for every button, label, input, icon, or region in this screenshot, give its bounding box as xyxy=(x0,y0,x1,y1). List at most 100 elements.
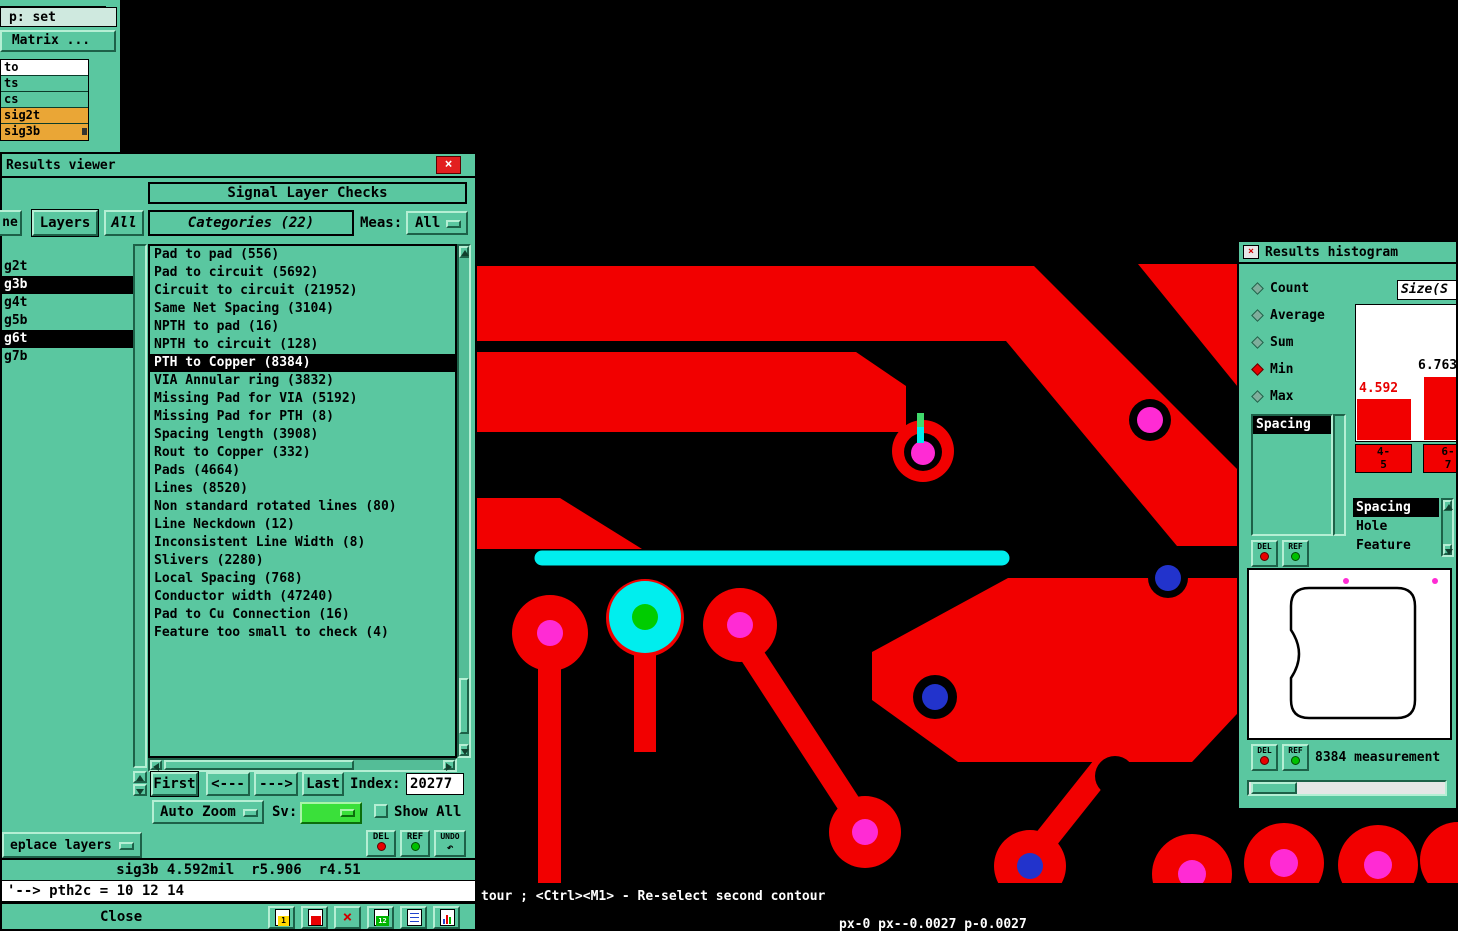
option-menu-indicator xyxy=(340,809,355,817)
layer-scroll-down-arrow-icon[interactable] xyxy=(133,784,147,796)
window-menu-icon[interactable]: × xyxy=(1243,245,1259,259)
del-button[interactable]: DEL xyxy=(366,830,396,857)
meas-dropdown[interactable]: All xyxy=(406,211,468,235)
category-item[interactable]: Circuit to circuit (21952) xyxy=(150,282,455,300)
stat-option-max[interactable]: Max xyxy=(1251,388,1353,408)
prev-button[interactable]: <--- xyxy=(206,772,250,796)
category-item[interactable]: Missing Pad for VIA (5192) xyxy=(150,390,455,408)
auto-zoom-dropdown[interactable]: Auto Zoom xyxy=(152,800,264,824)
category-item[interactable]: Inconsistent Line Width (8) xyxy=(150,534,455,552)
first-button[interactable]: First xyxy=(151,772,198,796)
scroll-down-arrow-icon[interactable] xyxy=(459,744,469,756)
category-item[interactable]: Slivers (2280) xyxy=(150,552,455,570)
category-item[interactable]: Same Net Spacing (3104) xyxy=(150,300,455,318)
last-button[interactable]: Last xyxy=(302,772,344,796)
layer-item-selected[interactable]: g3b xyxy=(2,276,133,294)
category-item[interactable]: Feature too small to check (4) xyxy=(150,624,455,642)
chart-bar xyxy=(446,915,448,924)
category-scrollbar-v[interactable] xyxy=(457,244,471,758)
histogram-scrollbar-h[interactable] xyxy=(1247,780,1447,796)
category-scrollbar-h[interactable] xyxy=(148,758,457,772)
mini-list-item[interactable]: to xyxy=(1,60,88,76)
measure-category[interactable]: Hole xyxy=(1353,517,1439,536)
category-item[interactable]: Line Neckdown (12) xyxy=(150,516,455,534)
measure-category-scrollbar[interactable] xyxy=(1441,498,1454,557)
page-12-icon[interactable]: 12 xyxy=(367,906,394,929)
scrollbar-thumb[interactable] xyxy=(459,678,469,734)
command-line[interactable]: '--> pth2c = 10 12 14 xyxy=(2,880,475,902)
category-item[interactable]: Pads (4664) xyxy=(150,462,455,480)
replace-layers-dropdown[interactable]: eplace layers xyxy=(2,832,142,858)
mini-list-item[interactable]: ts xyxy=(1,76,88,92)
histogram-del-button[interactable]: DEL xyxy=(1251,540,1278,567)
category-item[interactable]: Missing Pad for PTH (8) xyxy=(150,408,455,426)
stat-option-average[interactable]: Average xyxy=(1251,307,1353,327)
category-item-selected[interactable]: PTH to Copper (8384) xyxy=(150,354,455,372)
layer-item[interactable]: g5b xyxy=(2,312,133,330)
stat-option-sum[interactable]: Sum xyxy=(1251,334,1353,354)
category-item[interactable]: Lines (8520) xyxy=(150,480,455,498)
mini-list-item[interactable]: sig3b xyxy=(1,124,88,140)
scroll-up-arrow-icon[interactable] xyxy=(459,246,469,258)
layer-item[interactable]: g4t xyxy=(2,294,133,312)
scroll-down-arrow-icon[interactable] xyxy=(1443,544,1453,555)
histogram-ref-button[interactable]: REF xyxy=(1282,540,1309,567)
category-item[interactable]: Local Spacing (768) xyxy=(150,570,455,588)
index-input[interactable] xyxy=(406,773,464,795)
histogram-plot[interactable]: 4.592 6.763 xyxy=(1355,304,1456,442)
delete-x-icon[interactable]: × xyxy=(334,906,361,929)
scroll-up-arrow-icon[interactable] xyxy=(1443,500,1453,511)
page-1-icon[interactable]: 1 xyxy=(268,906,295,929)
category-item[interactable]: Pad to Cu Connection (16) xyxy=(150,606,455,624)
measure-category-selected[interactable]: Spacing xyxy=(1353,498,1439,517)
histogram-titlebar[interactable]: × Results histogram xyxy=(1239,242,1456,264)
measure-listbox-scrollbar[interactable] xyxy=(1333,414,1346,536)
undo-button[interactable]: UNDO ↶ xyxy=(434,830,466,857)
sv-color-dropdown[interactable] xyxy=(300,802,362,824)
partial-tab-button[interactable]: ne xyxy=(0,210,22,236)
scrollbar-thumb[interactable] xyxy=(1251,782,1297,794)
scroll-right-arrow-icon[interactable] xyxy=(443,760,455,771)
scroll-left-arrow-icon[interactable] xyxy=(150,760,162,771)
category-item[interactable]: NPTH to pad (16) xyxy=(150,318,455,336)
next-button[interactable]: ---> xyxy=(254,772,298,796)
disp-field[interactable]: p: set xyxy=(0,7,117,27)
category-item[interactable]: Rout to Copper (332) xyxy=(150,444,455,462)
tab-all[interactable]: All xyxy=(104,210,144,236)
measure-item-selected[interactable]: Spacing xyxy=(1253,416,1331,434)
layer-scroll-up-arrow-icon[interactable] xyxy=(133,771,147,783)
histogram-icon[interactable] xyxy=(433,906,460,929)
category-item[interactable]: Pad to circuit (5692) xyxy=(150,264,455,282)
category-item[interactable]: Pad to pad (556) xyxy=(150,246,455,264)
category-item[interactable]: Spacing length (3908) xyxy=(150,426,455,444)
stat-option-count[interactable]: Count xyxy=(1251,280,1353,300)
histogram-ref-button-2[interactable]: REF xyxy=(1282,744,1309,771)
stat-option-min-selected[interactable]: Min xyxy=(1251,361,1353,381)
document-lines-icon[interactable] xyxy=(400,906,427,929)
bottom-status-bar: tour ; <Ctrl><M1> - Re-select second con… xyxy=(477,883,1458,931)
layer-item[interactable]: g2t xyxy=(2,258,133,276)
measure-category[interactable]: Feature xyxy=(1353,536,1439,555)
category-item[interactable]: Non standard rotated lines (80) xyxy=(150,498,455,516)
category-item[interactable]: VIA Annular ring (3832) xyxy=(150,372,455,390)
close-icon[interactable]: × xyxy=(436,156,461,174)
show-all-checkbox[interactable] xyxy=(374,804,388,818)
feature-preview-panel[interactable] xyxy=(1247,568,1452,740)
layer-item[interactable]: g7b xyxy=(2,348,133,366)
mini-list-item[interactable]: cs xyxy=(1,92,88,108)
scrollbar-thumb[interactable] xyxy=(164,760,354,770)
category-item[interactable]: Conductor width (47240) xyxy=(150,588,455,606)
layer-list-scrollbar[interactable] xyxy=(133,244,147,768)
close-button[interactable]: Close xyxy=(100,909,142,925)
ref-button[interactable]: REF xyxy=(400,830,430,857)
matrix-button[interactable]: Matrix ... xyxy=(0,30,116,52)
mini-list-item[interactable]: sig2t xyxy=(1,108,88,124)
bar-bin-6-7[interactable] xyxy=(1424,377,1456,440)
tab-layers[interactable]: Layers xyxy=(32,210,98,236)
category-item[interactable]: NPTH to circuit (128) xyxy=(150,336,455,354)
histogram-del-button-2[interactable]: DEL xyxy=(1251,744,1278,771)
results-viewer-titlebar[interactable]: Results viewer × xyxy=(2,154,475,178)
page-red-icon[interactable] xyxy=(301,906,328,929)
layer-item-selected[interactable]: g6t xyxy=(2,330,133,348)
bar-bin-4-5[interactable] xyxy=(1357,399,1411,440)
